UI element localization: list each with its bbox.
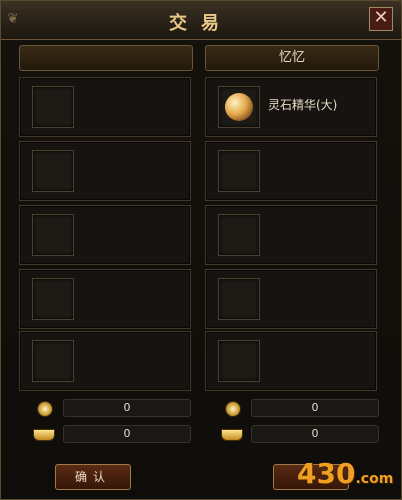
trade-window: ❦ 交易 ✕ 忆忆 灵石精华(大) 0 0 0 0 确认 430.com xyxy=(0,0,402,500)
item-cell[interactable] xyxy=(32,278,74,320)
item-cell[interactable] xyxy=(218,86,260,128)
watermark-main: 430 xyxy=(297,457,356,490)
left-slot-4[interactable] xyxy=(19,269,191,329)
item-cell[interactable] xyxy=(218,278,260,320)
title-bar[interactable]: ❦ 交易 ✕ xyxy=(1,1,401,40)
self-name: 忆忆 xyxy=(278,50,305,65)
right-slot-1[interactable]: 灵石精华(大) xyxy=(205,77,377,137)
coin-icon xyxy=(37,401,53,417)
spirit-stone-icon xyxy=(225,93,253,121)
partner-name-header xyxy=(19,45,193,71)
window-title: 交易 xyxy=(169,13,233,34)
item-cell[interactable] xyxy=(32,214,74,256)
right-ingot-row: 0 xyxy=(221,425,385,443)
left-coin-row: 0 xyxy=(37,399,197,417)
right-slot-4[interactable] xyxy=(205,269,377,329)
ingot-icon xyxy=(33,429,55,441)
left-ingot-row: 0 xyxy=(33,425,197,443)
item-cell[interactable] xyxy=(32,86,74,128)
item-cell[interactable] xyxy=(218,214,260,256)
item-cell[interactable] xyxy=(32,150,74,192)
site-watermark: 430.com xyxy=(297,457,393,490)
coin-icon xyxy=(225,401,241,417)
item-cell[interactable] xyxy=(32,340,74,382)
left-slot-2[interactable] xyxy=(19,141,191,201)
corner-ornament-icon: ❦ xyxy=(7,11,19,27)
right-slot-2[interactable] xyxy=(205,141,377,201)
item-name: 灵石精华(大) xyxy=(268,98,338,112)
self-name-header: 忆忆 xyxy=(205,45,379,71)
left-coin-amount[interactable]: 0 xyxy=(63,399,191,417)
right-slot-3[interactable] xyxy=(205,205,377,265)
left-slot-1[interactable] xyxy=(19,77,191,137)
close-button[interactable]: ✕ xyxy=(369,7,393,31)
watermark-suffix: .com xyxy=(355,471,394,487)
right-coin-row: 0 xyxy=(225,399,385,417)
left-slot-3[interactable] xyxy=(19,205,191,265)
right-slot-5[interactable] xyxy=(205,331,377,391)
ingot-icon xyxy=(221,429,243,441)
confirm-button[interactable]: 确认 xyxy=(55,464,131,490)
right-coin-amount: 0 xyxy=(251,399,379,417)
item-cell[interactable] xyxy=(218,340,260,382)
right-ingot-amount: 0 xyxy=(251,425,379,443)
item-cell[interactable] xyxy=(218,150,260,192)
left-ingot-amount[interactable]: 0 xyxy=(63,425,191,443)
left-slot-5[interactable] xyxy=(19,331,191,391)
